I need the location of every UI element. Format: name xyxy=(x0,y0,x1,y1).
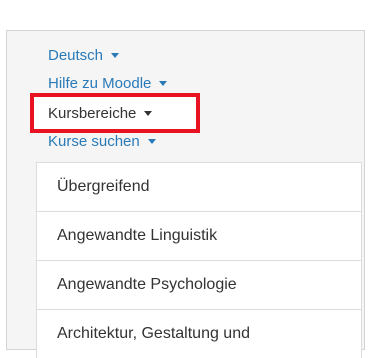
help-menu-label: Hilfe zu Moodle xyxy=(48,75,152,92)
dropdown-item[interactable]: Angewandte Linguistik xyxy=(36,211,362,260)
caret-down-icon xyxy=(147,138,156,144)
dropdown-item[interactable]: Angewandte Psychologie xyxy=(36,260,362,309)
dropdown-item[interactable]: Architektur, Gestaltung und xyxy=(36,309,362,358)
search-courses-label: Kurse suchen xyxy=(48,133,140,150)
course-areas-dropdown: Übergreifend Angewandte Linguistik Angew… xyxy=(36,162,362,358)
language-menu-label: Deutsch xyxy=(48,47,104,64)
language-menu[interactable]: Deutsch xyxy=(48,47,120,65)
course-areas-menu[interactable]: Kursbereiche xyxy=(48,105,153,123)
caret-down-icon xyxy=(144,110,153,116)
help-menu[interactable]: Hilfe zu Moodle xyxy=(48,75,168,93)
caret-down-icon xyxy=(159,80,168,86)
course-areas-label: Kursbereiche xyxy=(48,105,137,122)
dropdown-item[interactable]: Übergreifend xyxy=(36,162,362,211)
search-courses-menu[interactable]: Kurse suchen xyxy=(48,133,156,151)
caret-down-icon xyxy=(111,52,120,58)
